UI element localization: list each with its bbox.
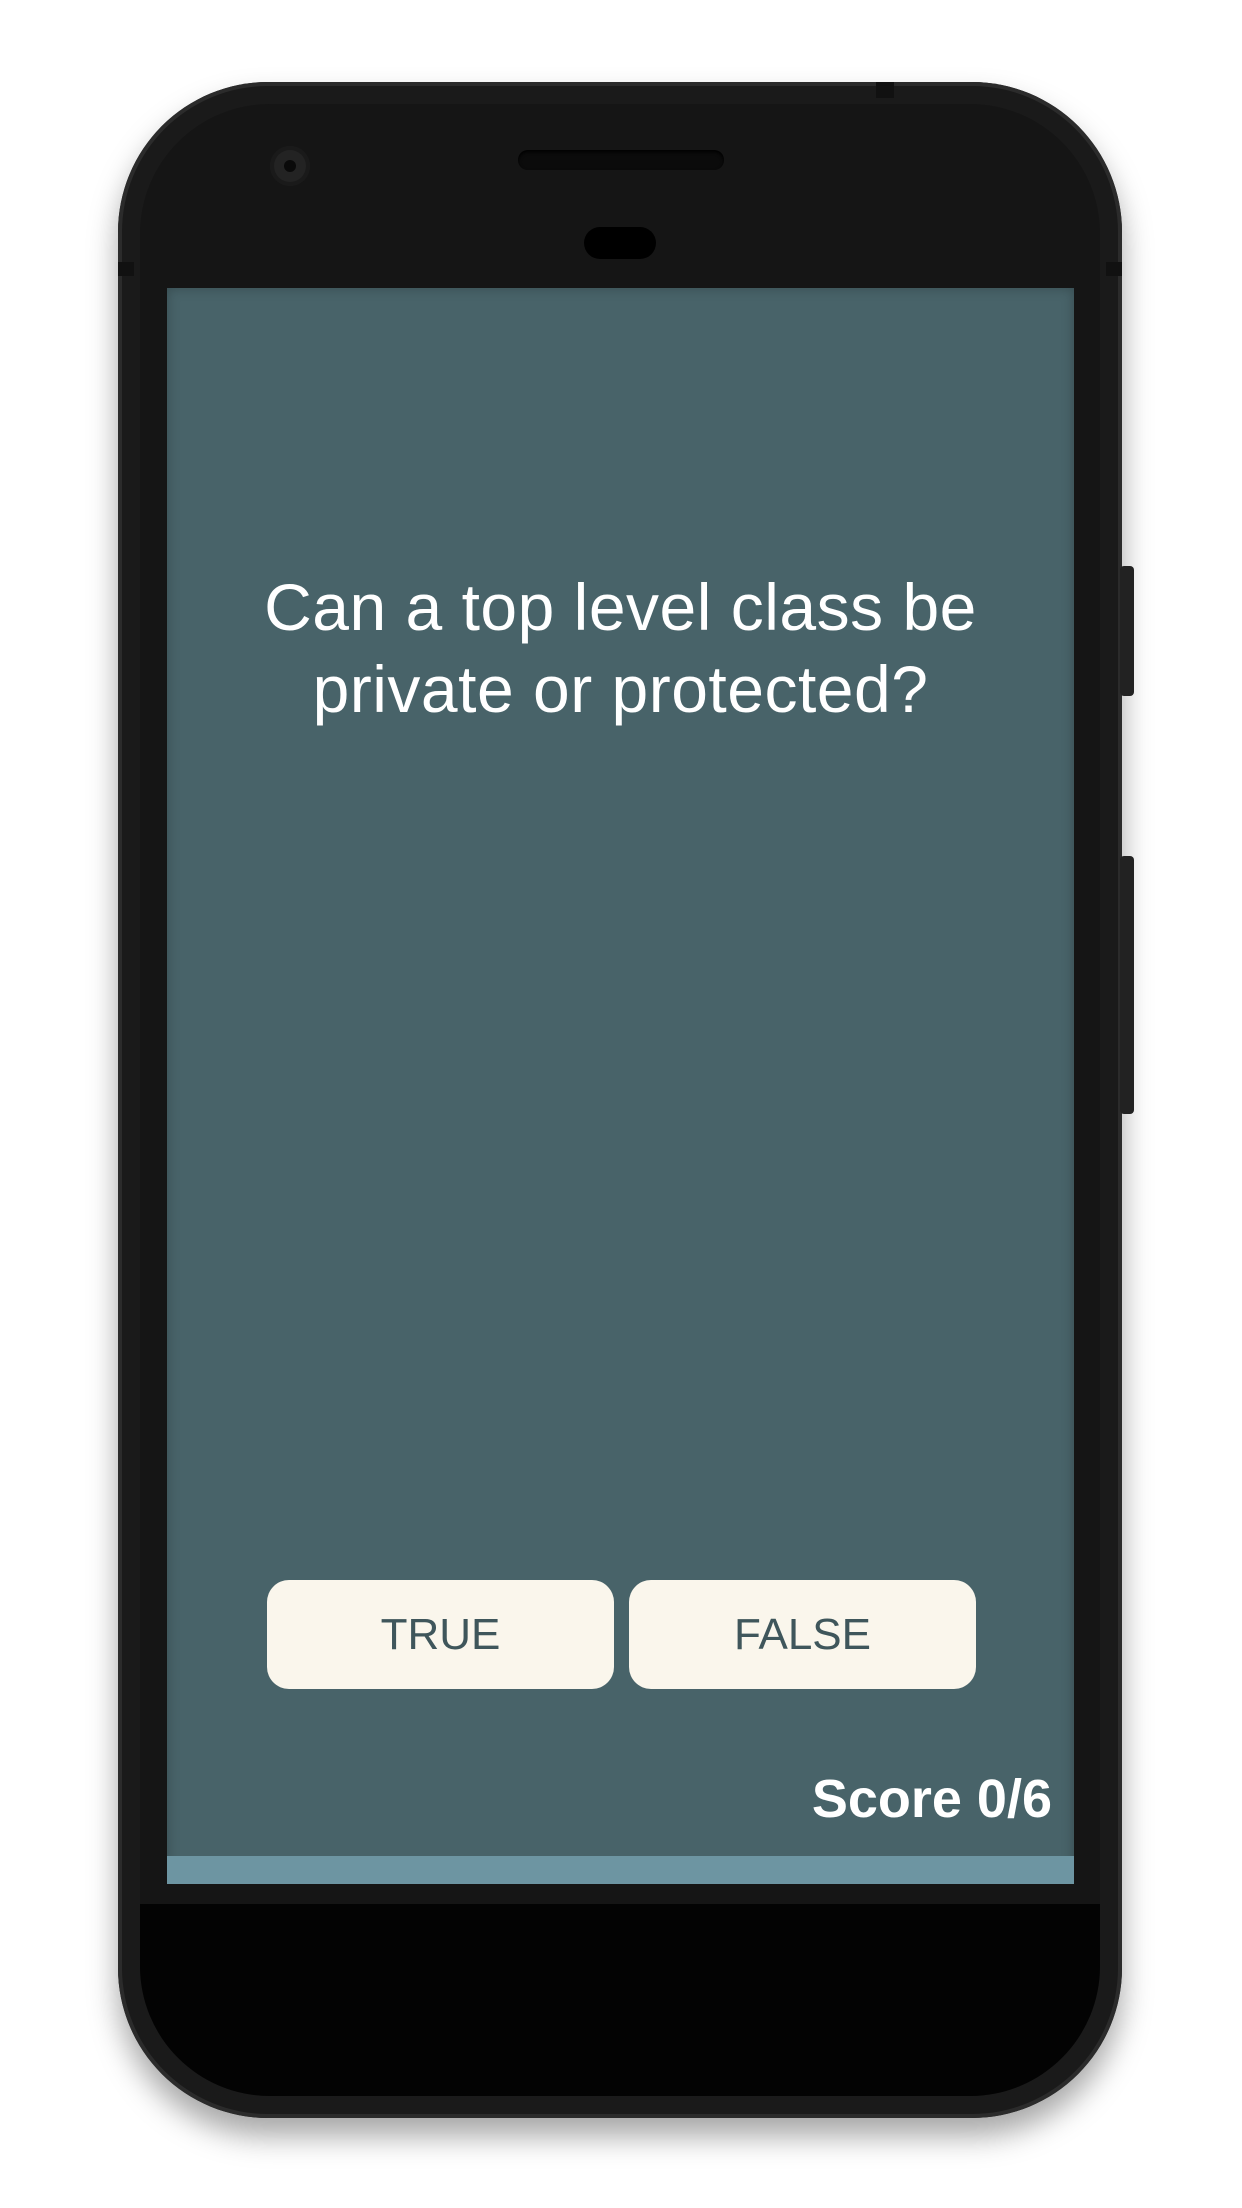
earpiece-speaker xyxy=(518,150,724,170)
antenna-line-left xyxy=(118,262,134,276)
true-button[interactable]: TRUE xyxy=(267,1580,614,1689)
quiz-screen: Can a top level class be private or prot… xyxy=(167,288,1074,1884)
volume-button xyxy=(1120,856,1134,1114)
question-text: Can a top level class be private or prot… xyxy=(227,566,1014,730)
phone-chin xyxy=(140,1904,1100,2096)
power-button xyxy=(1120,566,1134,696)
question-line-2: private or protected? xyxy=(312,652,929,726)
false-button[interactable]: FALSE xyxy=(629,1580,976,1689)
front-camera-icon xyxy=(270,146,310,186)
progress-bar xyxy=(167,1856,1074,1884)
antenna-line-top xyxy=(876,82,894,98)
proximity-sensor xyxy=(584,227,656,259)
score-label: Score 0/6 xyxy=(811,1769,1052,1829)
device-mockup: Can a top level class be private or prot… xyxy=(0,0,1242,2208)
question-line-1: Can a top level class be xyxy=(264,570,977,644)
antenna-line-right xyxy=(1106,262,1122,276)
